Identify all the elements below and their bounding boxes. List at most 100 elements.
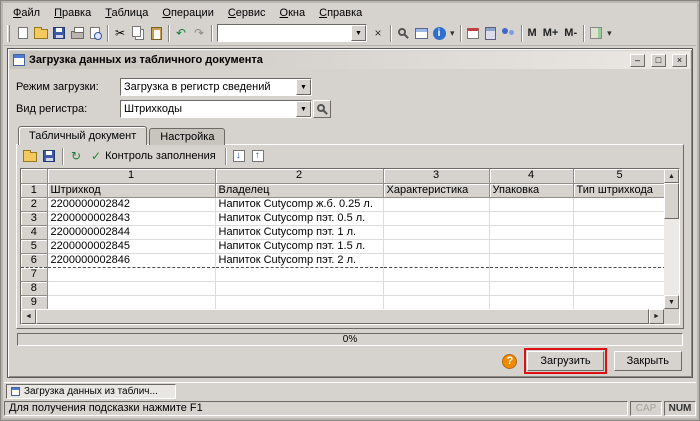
- cell[interactable]: [383, 267, 490, 282]
- scroll-down-icon[interactable]: ▼: [664, 295, 679, 309]
- cell[interactable]: Напиток Cutycomp ж.б. 0.25 л.: [215, 197, 384, 212]
- new-document-icon[interactable]: [14, 25, 32, 42]
- cell[interactable]: [215, 267, 384, 282]
- tab-settings[interactable]: Настройка: [149, 128, 226, 145]
- open-icon[interactable]: [32, 25, 50, 42]
- tab-spreadsheet-document[interactable]: Табличный документ: [18, 126, 148, 145]
- menu-item[interactable]: Сервис: [221, 6, 273, 20]
- toolbar-overflow-arrow-icon[interactable]: ▾: [605, 28, 614, 39]
- field-header[interactable]: Тип штрихкода: [573, 183, 667, 198]
- field-header[interactable]: Владелец: [215, 183, 384, 198]
- cell[interactable]: [47, 295, 216, 310]
- row-number[interactable]: 8: [21, 281, 48, 296]
- cell[interactable]: [383, 281, 490, 296]
- cell[interactable]: [383, 211, 490, 226]
- cell[interactable]: [573, 253, 667, 268]
- row-number[interactable]: 5: [21, 239, 48, 254]
- cell[interactable]: 2200000002842: [47, 197, 216, 212]
- mode-combo[interactable]: Загрузка в регистр сведений ▼: [120, 78, 312, 96]
- fill-control-button[interactable]: Контроль заполнения: [86, 147, 221, 165]
- corner-cell[interactable]: [21, 169, 48, 184]
- column-header[interactable]: 3: [383, 169, 490, 184]
- service-icon[interactable]: [587, 25, 605, 42]
- cell[interactable]: [573, 197, 667, 212]
- combo-dropdown-arrow-icon[interactable]: ▼: [296, 101, 311, 117]
- horizontal-scrollbar[interactable]: ◄ ►: [21, 309, 664, 324]
- memory-plus-button[interactable]: М+: [540, 27, 562, 39]
- field-header[interactable]: Характеристика: [383, 183, 490, 198]
- cell[interactable]: [383, 225, 490, 240]
- cell[interactable]: [489, 281, 574, 296]
- maximize-button[interactable]: □: [651, 53, 666, 67]
- cell[interactable]: [573, 281, 667, 296]
- cell[interactable]: 2200000002846: [47, 253, 216, 268]
- cut-icon[interactable]: ✂: [111, 25, 129, 42]
- combo-dropdown-arrow-icon[interactable]: ▼: [296, 79, 311, 95]
- cell[interactable]: Напиток Cutycomp пэт. 0.5 л.: [215, 211, 384, 226]
- search-icon[interactable]: [394, 25, 412, 42]
- vertical-scroll-thumb[interactable]: [664, 183, 679, 219]
- cell[interactable]: [573, 211, 667, 226]
- cell[interactable]: Напиток Cutycomp пэт. 1 л.: [215, 225, 384, 240]
- row-number[interactable]: 1: [21, 183, 48, 198]
- cell[interactable]: [47, 281, 216, 296]
- users-icon[interactable]: [500, 25, 518, 42]
- view-table-icon[interactable]: [412, 25, 430, 42]
- undo-icon[interactable]: ↶: [172, 25, 190, 42]
- menu-item[interactable]: Таблица: [98, 6, 155, 20]
- row-number[interactable]: 2: [21, 197, 48, 212]
- cell[interactable]: [383, 295, 490, 310]
- cell[interactable]: Напиток Cutycomp пэт. 1.5 л.: [215, 239, 384, 254]
- cell[interactable]: [489, 253, 574, 268]
- scroll-left-icon[interactable]: ◄: [21, 309, 36, 324]
- row-number[interactable]: 7: [21, 267, 48, 282]
- row-number[interactable]: 6: [21, 253, 48, 268]
- info-icon[interactable]: [430, 25, 448, 42]
- row-number[interactable]: 3: [21, 211, 48, 226]
- cell[interactable]: [573, 295, 667, 310]
- field-header[interactable]: Штрихкод: [47, 183, 216, 198]
- cell[interactable]: 2200000002843: [47, 211, 216, 226]
- combo-dropdown-arrow-icon[interactable]: ▼: [351, 25, 366, 41]
- calendar-icon[interactable]: [464, 25, 482, 42]
- cell[interactable]: [47, 267, 216, 282]
- menu-item[interactable]: Правка: [47, 6, 98, 20]
- cell[interactable]: [489, 239, 574, 254]
- column-header[interactable]: 1: [47, 169, 216, 184]
- redo-icon[interactable]: ↷: [190, 25, 208, 42]
- scroll-up-icon[interactable]: ▲: [664, 169, 679, 183]
- scroll-right-icon[interactable]: ►: [649, 309, 664, 324]
- memory-button[interactable]: М: [525, 27, 540, 39]
- cell[interactable]: [215, 295, 384, 310]
- toolbar-grip[interactable]: [7, 24, 10, 42]
- calculator-icon[interactable]: [482, 25, 500, 42]
- cell[interactable]: [489, 211, 574, 226]
- save-file-icon[interactable]: [40, 148, 58, 165]
- field-header[interactable]: Упаковка: [489, 183, 574, 198]
- row-number[interactable]: 9: [21, 295, 48, 310]
- cell[interactable]: 2200000002844: [47, 225, 216, 240]
- cell[interactable]: Напиток Cutycomp пэт. 2 л.: [215, 253, 384, 268]
- copy-icon[interactable]: [129, 25, 147, 42]
- column-header[interactable]: 4: [489, 169, 574, 184]
- load-to-table-icon[interactable]: [230, 148, 248, 165]
- cell[interactable]: 2200000002845: [47, 239, 216, 254]
- cell[interactable]: [489, 295, 574, 310]
- column-header[interactable]: 2: [215, 169, 384, 184]
- menu-item[interactable]: Операции: [155, 6, 220, 20]
- cell[interactable]: [383, 239, 490, 254]
- taskbar-item[interactable]: Загрузка данных из таблич...: [6, 383, 176, 399]
- cell[interactable]: [215, 281, 384, 296]
- cell[interactable]: [489, 267, 574, 282]
- vertical-scrollbar[interactable]: ▲ ▼: [664, 169, 679, 309]
- unload-from-table-icon[interactable]: [249, 148, 267, 165]
- cell[interactable]: [573, 225, 667, 240]
- quick-input-combo[interactable]: ▼: [217, 24, 367, 42]
- register-combo[interactable]: Штрихкоды ▼: [120, 100, 312, 118]
- open-file-icon[interactable]: [21, 148, 39, 165]
- register-select-button[interactable]: [313, 100, 331, 118]
- cell[interactable]: [573, 239, 667, 254]
- row-number[interactable]: 4: [21, 225, 48, 240]
- horizontal-scroll-thumb[interactable]: [36, 309, 649, 324]
- column-header[interactable]: 5: [573, 169, 667, 184]
